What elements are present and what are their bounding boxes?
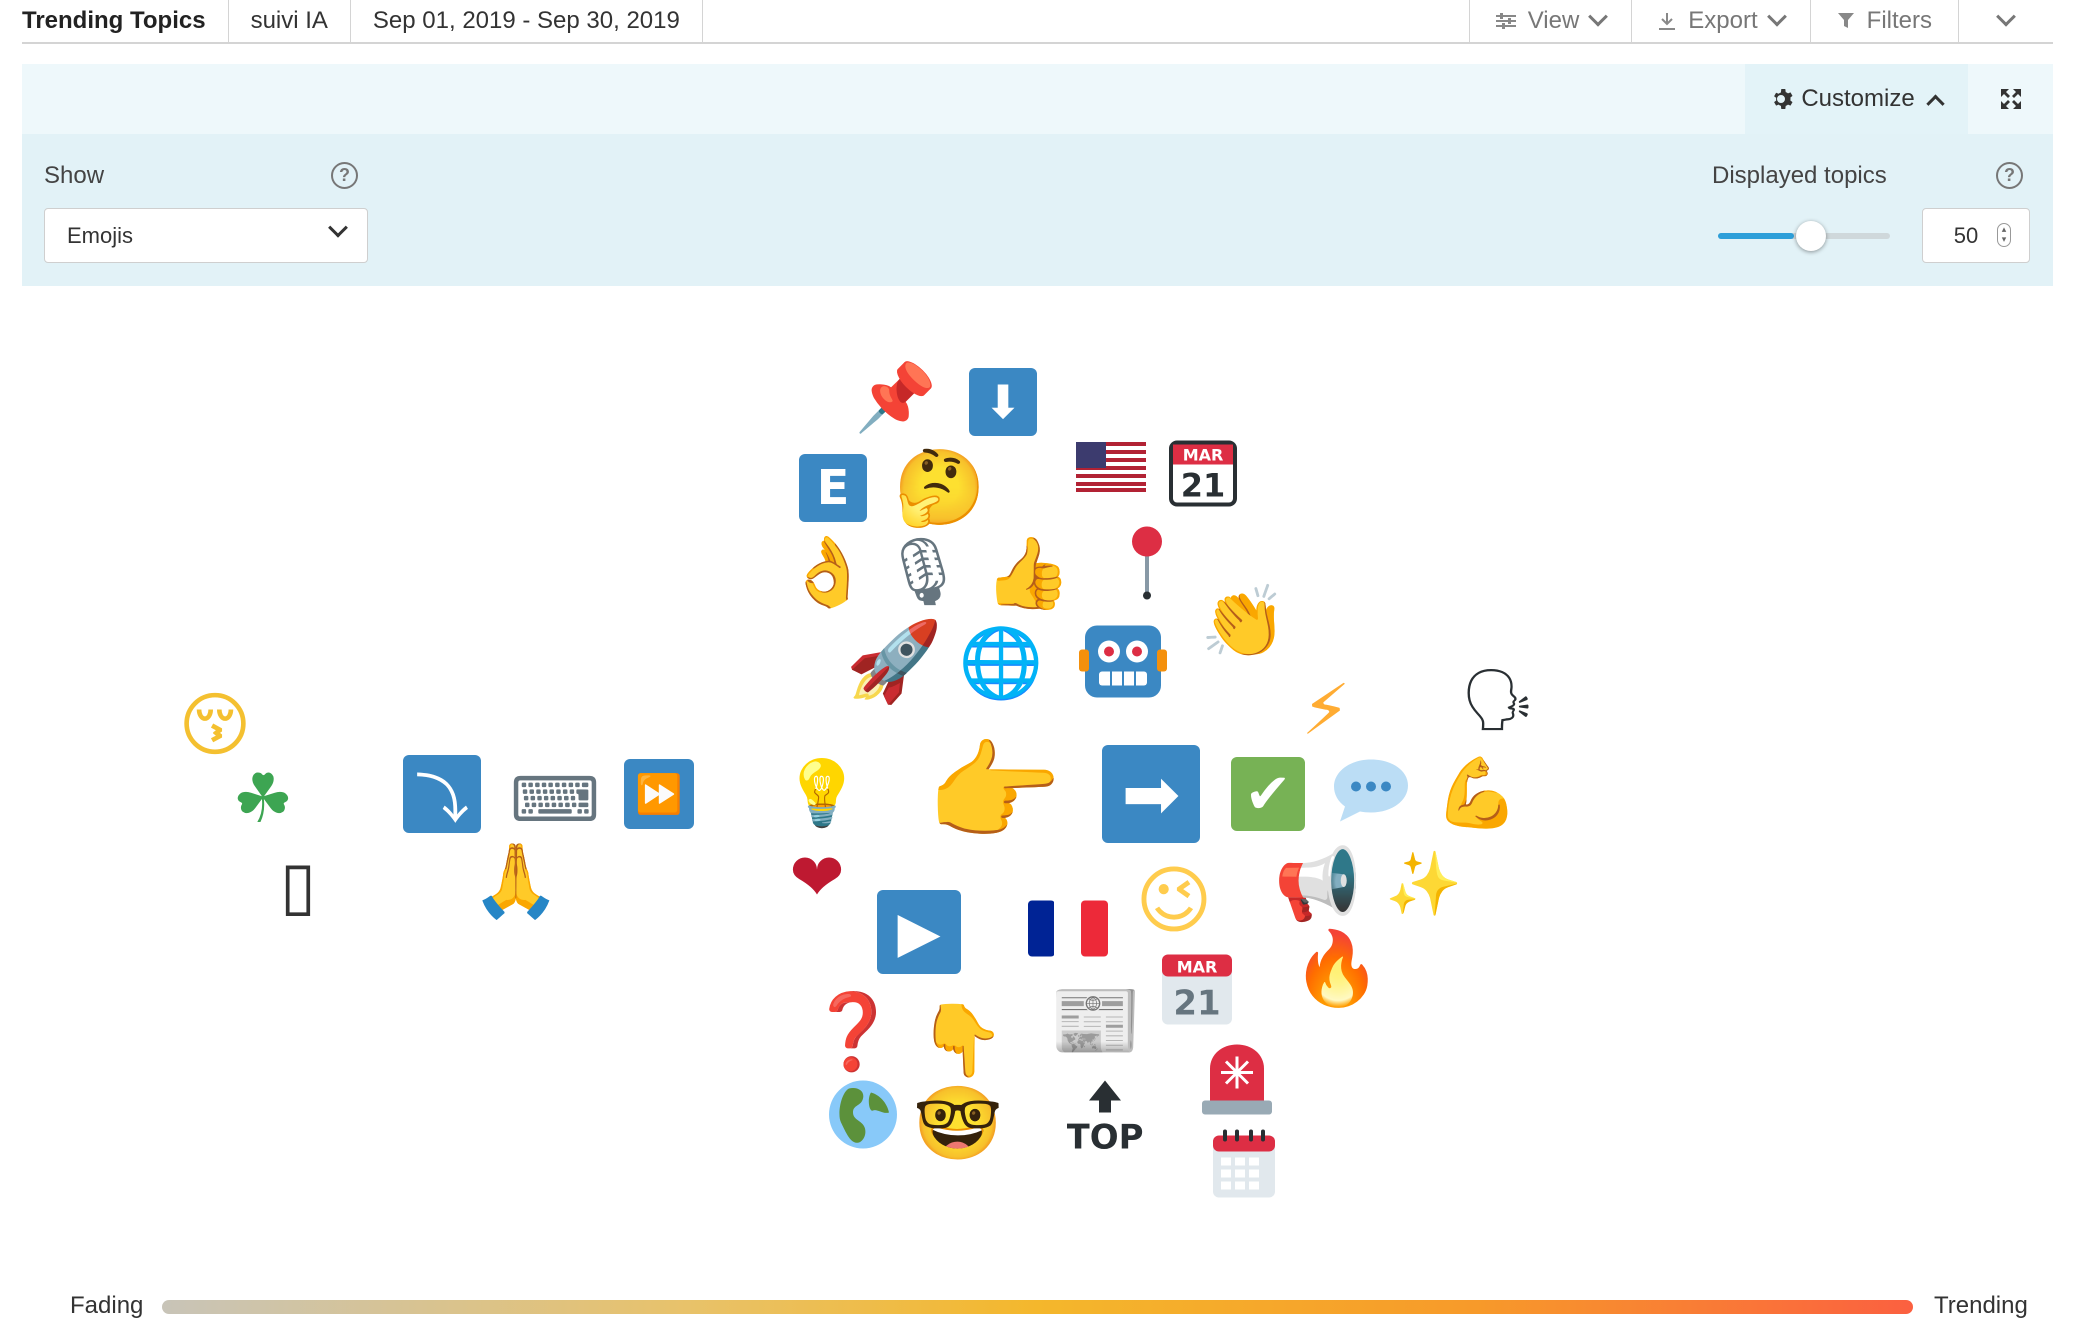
view-label: View <box>1527 7 1580 34</box>
fast-forward-icon[interactable]: ⏩ <box>624 759 694 829</box>
calendar-march-21-icon[interactable]: MAR 21 <box>1169 439 1237 510</box>
chevron-up-icon <box>1925 94 1945 113</box>
legend-trending-label: Trending <box>1934 1292 2028 1319</box>
export-button[interactable]: Export <box>1632 0 1811 42</box>
thumbs-up-icon[interactable]: 👍 <box>984 538 1071 608</box>
speaking-head-icon[interactable]: 🗣 <box>1460 670 1536 730</box>
newspaper-icon[interactable]: 📰 <box>1050 984 1142 1058</box>
filter-icon <box>1837 13 1854 28</box>
pointing-down-icon[interactable]: 👇 <box>918 1005 1005 1075</box>
gear-icon <box>1774 89 1793 109</box>
chevron-down-icon <box>1766 6 1787 27</box>
svg-text:MAR: MAR <box>1183 446 1224 465</box>
legend-fading-label: Fading <box>70 1292 144 1319</box>
svg-text:21: 21 <box>1181 467 1226 505</box>
svg-text:TOP: TOP <box>1067 1118 1143 1153</box>
check-mark-button-icon[interactable]: ✔ <box>1231 757 1305 831</box>
red-heart-icon[interactable]: ❤ <box>789 845 844 911</box>
show-label: Show <box>44 162 105 189</box>
police-light-icon[interactable] <box>1200 1043 1274 1120</box>
stepper-arrows-icon[interactable]: ▴ ▾ <box>1997 223 2011 247</box>
right-arrow-icon[interactable]: ➡ <box>1102 745 1200 843</box>
pointing-right-icon[interactable]: 👉 <box>926 737 1063 847</box>
expand-icon <box>2001 89 2021 109</box>
pushpin-icon[interactable]: 📌 <box>855 365 937 431</box>
sliders-icon <box>1495 13 1516 29</box>
robot-icon[interactable] <box>1079 620 1167 709</box>
displayed-topics-label: Displayed topics <box>1712 162 1887 189</box>
kissing-face-icon[interactable]: 😚 <box>179 690 252 760</box>
customize-label: Customize <box>1801 85 1915 112</box>
topics-slider-handle[interactable] <box>1796 221 1826 251</box>
laptop-icon[interactable]: ⌨ <box>510 769 600 831</box>
show-help-icon[interactable]: ? <box>331 162 358 189</box>
question-mark-icon[interactable]: ❓ <box>807 995 899 1069</box>
speech-balloon-icon[interactable] <box>1330 756 1412 829</box>
megaphone-icon[interactable]: 📢 <box>1274 849 1361 919</box>
emoji-cloud: 😚 ☘ ▯ ⤵ ⌨ 🙏 ⏩ 📌 ⬇ E 🤔 MAR 21 👌 🎙 👍 👏 🚀 🌐 … <box>0 300 2096 1240</box>
displayed-topics-help-icon[interactable]: ? <box>1996 162 2023 189</box>
folded-hands-icon[interactable]: 🙏 <box>471 844 561 916</box>
trend-gradient-bar <box>162 1300 1913 1314</box>
chevron-down-icon <box>1996 6 2016 27</box>
tear-off-calendar-icon[interactable]: MAR 21 <box>1160 953 1234 1030</box>
customize-bar: Customize <box>22 64 2053 134</box>
four-leaf-clover-icon[interactable]: ☘ <box>233 766 294 834</box>
download-icon <box>1659 13 1676 30</box>
filters-label: Filters <box>1866 7 1932 34</box>
project-selector[interactable]: suivi IA <box>229 0 351 42</box>
show-select-value: Emojis <box>67 222 134 248</box>
filters-button[interactable]: Filters <box>1811 0 1959 42</box>
view-button[interactable]: View <box>1470 0 1633 42</box>
topics-slider-fill <box>1718 233 1794 239</box>
rocket-icon[interactable]: 🚀 <box>845 623 942 701</box>
winking-face-icon[interactable]: 😉 <box>1135 864 1212 938</box>
show-select[interactable]: Emojis <box>44 208 368 263</box>
toolbar-spacer <box>703 0 1470 42</box>
date-range-picker[interactable]: Sep 01, 2019 - Sep 30, 2019 <box>351 0 703 42</box>
page-title: Trending Topics <box>22 0 229 42</box>
globe-meridians-icon[interactable]: 🌐 <box>959 630 1044 698</box>
flag-usa-icon[interactable] <box>1076 442 1146 500</box>
chevron-down-icon <box>1588 6 1609 27</box>
customize-button[interactable]: Customize <box>1745 64 1968 134</box>
letter-e-icon[interactable]: E <box>799 454 867 522</box>
sparkles-icon[interactable]: ✨ <box>1385 853 1462 915</box>
top-toolbar: Trending Topics suivi IA Sep 01, 2019 - … <box>22 0 2053 44</box>
globe-europe-africa-icon[interactable] <box>827 1079 899 1154</box>
flexed-biceps-icon[interactable]: 💪 <box>1435 760 1520 828</box>
spiral-calendar-icon[interactable] <box>1211 1129 1277 1203</box>
topics-count-input[interactable]: 50 ▴ ▾ <box>1922 208 2030 263</box>
more-options-button[interactable] <box>1959 0 2053 42</box>
down-arrow-icon[interactable]: ⬇ <box>969 368 1037 436</box>
ok-hand-icon[interactable]: 👌 <box>786 539 871 607</box>
flag-france-icon[interactable] <box>1028 900 1108 960</box>
export-label: Export <box>1688 7 1758 34</box>
clapping-hands-icon[interactable]: 👏 <box>1200 587 1287 657</box>
mobile-phone-icon[interactable]: ▯ <box>280 853 316 919</box>
topics-count-value: 50 <box>1953 222 1979 248</box>
round-pushpin-icon[interactable] <box>1129 526 1165 603</box>
high-voltage-icon[interactable]: ⚡ <box>1301 675 1350 745</box>
arrow-curving-down-icon[interactable]: ⤵ <box>403 755 481 833</box>
chevron-down-icon <box>328 217 348 238</box>
svg-text:21: 21 <box>1173 984 1220 1024</box>
svg-text:MAR: MAR <box>1177 958 1218 977</box>
light-bulb-icon[interactable]: 💡 <box>782 762 862 826</box>
play-button-icon[interactable]: ▶ <box>877 890 961 974</box>
microphone-icon[interactable]: 🎙 <box>881 539 965 605</box>
fire-icon[interactable]: 🔥 <box>1292 932 1382 1004</box>
top-arrow-icon[interactable]: TOP <box>1066 1079 1144 1158</box>
settings-panel: Show ? Emojis Displayed topics ? 50 ▴ ▾ <box>22 134 2053 286</box>
thinking-face-icon[interactable]: 🤔 <box>894 451 986 525</box>
fullscreen-button[interactable] <box>1969 64 2053 134</box>
nerd-face-icon[interactable]: 🤓 <box>913 1087 1003 1159</box>
